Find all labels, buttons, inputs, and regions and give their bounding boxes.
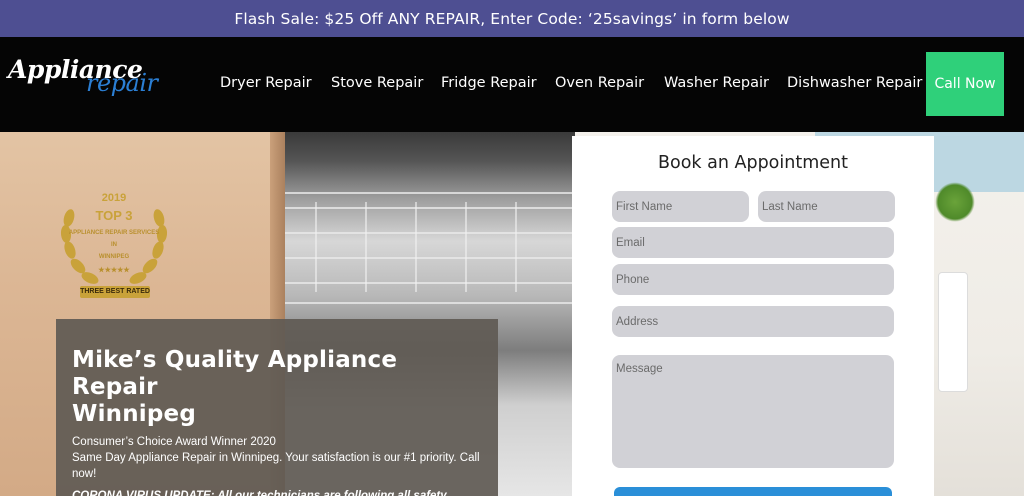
phone-field[interactable] [612,264,894,295]
rack-line [285,207,575,209]
award-badge: 2019 TOP 3 APPLIANCE REPAIR SERVICES IN … [56,190,172,300]
plant-decoration [935,182,975,222]
award-text: Consumer’s Choice Award Winner 2020 [72,436,276,448]
appointment-form: Book an Appointment [572,136,934,496]
badge-line-2: IN [111,242,117,248]
rack-bar [315,202,317,292]
nav-dishwasher-repair[interactable]: Dishwasher Repair [787,75,922,91]
flash-sale-text: Flash Sale: $25 Off ANY REPAIR, Enter Co… [234,9,790,28]
nav-oven-repair[interactable]: Oven Repair [555,75,644,91]
badge-rank: TOP 3 [95,208,133,223]
covid-update-text: CORONA VIRUS UPDATE: All our technicians… [72,490,447,496]
rack-line [285,282,575,284]
rack-line [285,302,575,304]
hero-info-box: Mike’s Quality Appliance Repair Winnipeg… [56,319,498,496]
hero-title-line-2: Winnipeg [72,401,197,427]
submit-button[interactable] [614,487,892,496]
same-day-text: Same Day Appliance Repair in Winnipeg. Y… [72,452,480,480]
radiator-decoration [938,272,968,392]
hero-title-line-1: Mike’s Quality Appliance Repair [72,347,398,400]
rack-bar [365,202,367,292]
nav-washer-repair[interactable]: Washer Repair [664,75,769,91]
rack-bar [515,202,517,292]
last-name-field[interactable] [758,191,895,222]
badge-line-3: WINNIPEG [98,254,130,260]
rack-line [285,192,575,194]
flash-sale-banner: Flash Sale: $25 Off ANY REPAIR, Enter Co… [0,0,1024,37]
hero-title: Mike’s Quality Appliance Repair Winnipeg [72,347,482,428]
nav-fridge-repair[interactable]: Fridge Repair [441,75,537,91]
badge-stars: ★★★★★ [98,267,130,274]
badge-line-1: APPLIANCE REPAIR SERVICES [68,230,160,236]
address-field[interactable] [612,306,894,337]
email-field[interactable] [612,227,894,258]
form-title: Book an Appointment [658,153,848,173]
nav-dryer-repair[interactable]: Dryer Repair [220,75,312,91]
main-nav: Dryer Repair Stove Repair Fridge Repair … [0,37,1024,132]
rack-line [285,232,575,234]
site-header: Appliance repair Dryer Repair Stove Repa… [0,37,1024,132]
badge-ribbon: THREE BEST RATED [80,286,150,298]
rack-bar [465,202,467,292]
nav-stove-repair[interactable]: Stove Repair [331,75,423,91]
rack-bar [415,202,417,292]
badge-year: 2019 [101,192,127,204]
call-now-button[interactable]: Call Now [926,52,1004,116]
rack-line [285,257,575,259]
first-name-field[interactable] [612,191,749,222]
message-field[interactable] [612,355,894,468]
